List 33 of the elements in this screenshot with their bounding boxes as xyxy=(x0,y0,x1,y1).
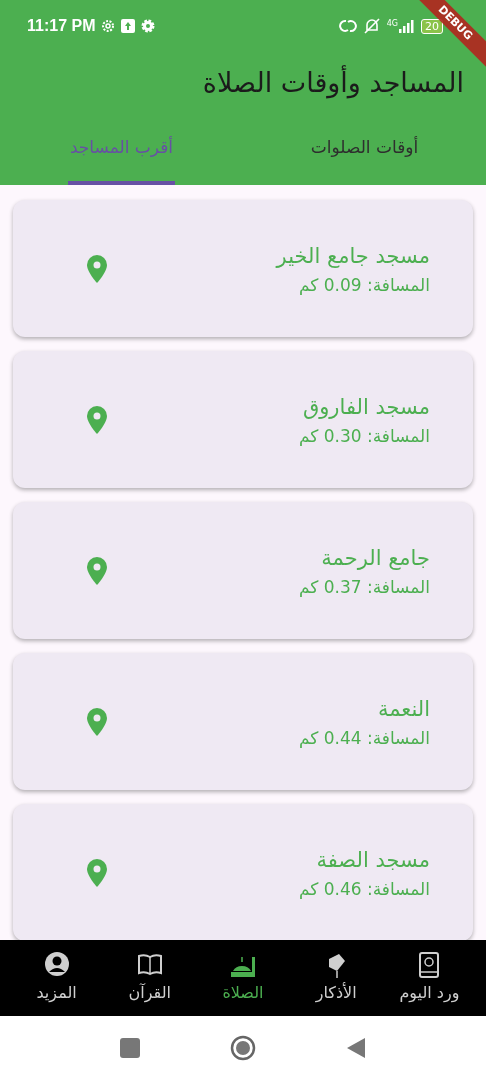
location-pin-icon xyxy=(87,405,107,434)
signal-icon xyxy=(399,19,415,33)
network-type: 4G xyxy=(386,19,398,28)
location-pin-icon xyxy=(87,707,107,736)
nav-tab[interactable]: المزيد xyxy=(10,940,104,1016)
nav-tab[interactable]: ورد اليوم xyxy=(382,940,476,1016)
nav-tab[interactable]: الصلاة xyxy=(196,940,290,1016)
mosque-name: النعمة xyxy=(377,695,430,723)
location-pin-icon xyxy=(87,556,107,585)
gear-icon xyxy=(101,19,116,33)
app-title: المساجد وأوقات الصلاة xyxy=(201,64,464,101)
mosque-name: مسجد الصفة xyxy=(316,846,430,874)
upload-icon xyxy=(121,19,136,33)
nav-tab[interactable]: القرآن xyxy=(103,940,197,1016)
mosque-name: جامع الرحمة xyxy=(321,544,430,572)
tab[interactable]: أوقات الصلوات xyxy=(308,114,421,185)
link-icon xyxy=(338,19,357,33)
mosque-distance: المسافة: 0.09 كم xyxy=(298,273,430,297)
home-button[interactable] xyxy=(230,1035,256,1061)
profile-icon xyxy=(43,951,70,979)
mosque-name: مسجد جامع الخير xyxy=(276,242,430,270)
mosque-distance: المسافة: 0.37 كم xyxy=(298,575,430,599)
back-button[interactable] xyxy=(346,1037,366,1059)
settings-icon xyxy=(141,19,156,33)
location-pin-icon xyxy=(87,858,107,887)
status-time: 11:17 PM xyxy=(27,16,96,36)
mosque-distance: المسافة: 0.44 كم xyxy=(298,726,430,750)
nav-tab[interactable]: الأذكار xyxy=(289,940,383,1016)
battery-level: 20 xyxy=(421,18,443,34)
mosque-distance: المسافة: 0.46 كم xyxy=(298,877,430,901)
location-pin-icon xyxy=(87,254,107,283)
mosque-distance: المسافة: 0.30 كم xyxy=(298,424,430,448)
mosque-name: مسجد الفاروق xyxy=(302,393,430,421)
